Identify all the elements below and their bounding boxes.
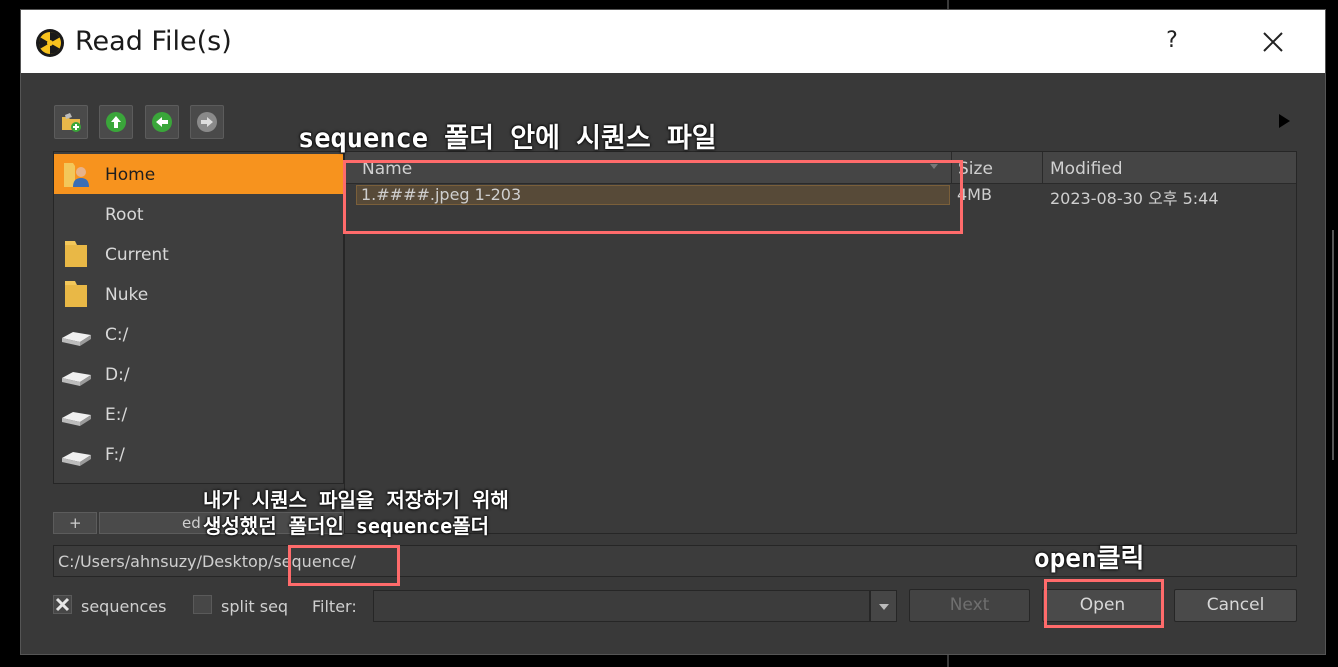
up-arrow-icon	[106, 112, 126, 132]
sidebar-item-drive-c[interactable]: C:/	[54, 314, 343, 354]
nuke-app-icon	[36, 29, 64, 57]
sequences-checkbox[interactable]	[53, 595, 72, 614]
sidebar-item-label: Root	[105, 205, 144, 225]
annotation-open-text: open클릭	[1034, 544, 1145, 574]
dialog-title: Read File(s)	[75, 26, 232, 57]
edit-label: ed	[182, 514, 201, 532]
sidebar-item-drive-f[interactable]: F:/	[54, 434, 343, 474]
background-divider	[1332, 230, 1334, 460]
annotation-bottom-line1: 내가 시퀀스 파일을 저장하기 위해	[203, 488, 509, 512]
annotation-box-open	[1044, 579, 1164, 628]
sidebar-item-drive-e[interactable]: E:/	[54, 394, 343, 434]
back-arrow-icon	[152, 112, 172, 132]
sidebar-item-label: Current	[105, 245, 169, 265]
help-button[interactable]: ?	[1157, 26, 1187, 56]
sequences-label: sequences	[81, 597, 167, 616]
drive-icon	[62, 412, 91, 426]
filter-input[interactable]	[373, 590, 870, 622]
title-bar: Read File(s) ?	[21, 10, 1325, 73]
sidebar-item-label: E:/	[105, 405, 128, 425]
sidebar-item-label: F:/	[105, 445, 125, 465]
sidebar-item-nuke[interactable]: Nuke	[54, 274, 343, 314]
column-header-size[interactable]: Size	[958, 159, 993, 179]
forward-button[interactable]	[190, 105, 224, 139]
sidebar: Home Root Current Nuke C:/ D:/ E:/ F:/	[53, 151, 344, 484]
sidebar-item-label: Home	[105, 165, 156, 185]
column-header-modified[interactable]: Modified	[1050, 159, 1123, 179]
add-favorite-button[interactable]: +	[53, 512, 97, 534]
new-folder-button[interactable]	[54, 105, 88, 139]
sidebar-item-root[interactable]: Root	[54, 194, 343, 234]
folder-icon	[65, 241, 87, 267]
chevron-down-icon	[879, 604, 889, 610]
expand-arrow-icon[interactable]	[1279, 114, 1290, 128]
checkmark-icon	[55, 597, 70, 612]
add-label: +	[69, 514, 82, 532]
next-button[interactable]: Next	[909, 589, 1030, 622]
filter-dropdown-button[interactable]	[870, 590, 897, 622]
split-seq-checkbox[interactable]	[193, 595, 212, 614]
back-button[interactable]	[145, 105, 179, 139]
new-folder-icon	[62, 113, 81, 132]
annotation-top-text: sequence 폴더 안에 시퀀스 파일	[298, 123, 717, 154]
annotation-bottom-line2: 생성했던 폴더인 sequence폴더	[203, 514, 490, 538]
cancel-button[interactable]: Cancel	[1174, 589, 1297, 622]
sidebar-item-drive-d[interactable]: D:/	[54, 354, 343, 394]
up-directory-button[interactable]	[99, 105, 133, 139]
drive-icon	[62, 372, 91, 386]
sidebar-item-label: Nuke	[105, 285, 149, 305]
split-seq-label: split seq	[221, 597, 289, 616]
drive-icon	[62, 332, 91, 346]
drive-icon	[62, 452, 91, 466]
column-separator	[1042, 152, 1043, 184]
file-modified-cell: 2023-08-30 오후 5:44	[1050, 189, 1219, 208]
filter-label: Filter:	[312, 597, 357, 616]
sidebar-item-current[interactable]: Current	[54, 234, 343, 274]
sidebar-item-label: C:/	[105, 325, 129, 345]
sidebar-item-label: D:/	[105, 365, 130, 385]
close-icon[interactable]	[1255, 24, 1291, 60]
annotation-box-filelist	[343, 160, 963, 234]
user-home-icon	[64, 163, 89, 187]
forward-arrow-icon	[197, 112, 217, 132]
annotation-box-path	[288, 545, 400, 586]
folder-icon	[65, 281, 87, 307]
sidebar-item-home[interactable]: Home	[54, 154, 343, 194]
